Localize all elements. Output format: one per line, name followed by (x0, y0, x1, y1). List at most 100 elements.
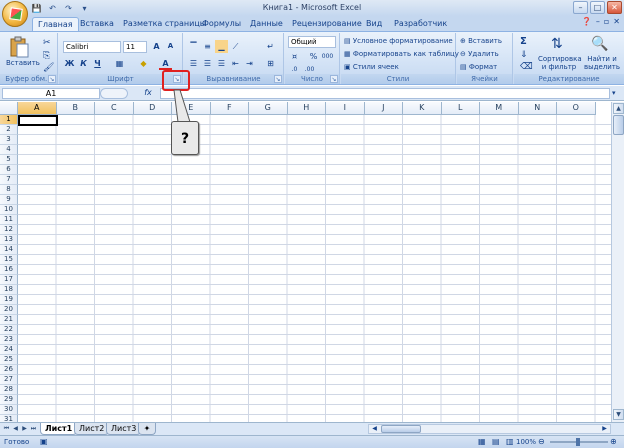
close-button[interactable]: ✕ (607, 1, 622, 14)
number-format-combo[interactable]: Общий (288, 36, 336, 48)
ribbon-minimize-icon[interactable]: – (596, 17, 600, 26)
formula-expand-handle[interactable] (100, 88, 128, 99)
horizontal-scrollbar[interactable]: ◀ ▶ (368, 424, 611, 434)
italic-button[interactable]: К (77, 57, 90, 70)
row-header-18[interactable]: 18 (0, 285, 18, 295)
row-header-25[interactable]: 25 (0, 355, 18, 365)
underline-button[interactable]: Ч (91, 57, 104, 70)
row-header-7[interactable]: 7 (0, 175, 18, 185)
new-sheet-icon[interactable]: ✦ (138, 423, 156, 435)
column-header-c[interactable]: C (95, 102, 134, 115)
column-header-k[interactable]: K (403, 102, 442, 115)
cell-styles-button[interactable]: ▣ Стили ячеек (344, 61, 399, 74)
row-header-22[interactable]: 22 (0, 325, 18, 335)
column-header-n[interactable]: N (518, 102, 557, 115)
help-icon[interactable]: ❓ (582, 17, 592, 26)
next-sheet-icon[interactable]: ▶ (20, 424, 29, 434)
sort-filter-button[interactable]: Сортировка и фильтр (538, 55, 582, 71)
tab-developer[interactable]: Разработчик (392, 17, 449, 31)
tab-view[interactable]: Вид (364, 17, 384, 31)
percent-button[interactable]: % (307, 50, 320, 63)
tab-data[interactable]: Данные (248, 17, 285, 31)
number-launcher-icon[interactable]: ↘ (330, 75, 338, 83)
borders-icon[interactable]: ▦ (113, 57, 126, 70)
clear-icon[interactable]: ⌫ (520, 62, 533, 72)
row-header-29[interactable]: 29 (0, 395, 18, 405)
align-right-icon[interactable]: ☰ (215, 57, 228, 70)
row-header-8[interactable]: 8 (0, 185, 18, 195)
scroll-right-icon[interactable]: ▶ (600, 425, 609, 433)
column-header-f[interactable]: F (210, 102, 249, 115)
column-header-l[interactable]: L (441, 102, 480, 115)
sort-filter-icon[interactable]: ⇅ (551, 36, 563, 52)
font-name-combo[interactable]: Calibri (63, 41, 121, 53)
tab-formulas[interactable]: Формулы (200, 17, 243, 31)
column-header-g[interactable]: G (249, 102, 288, 115)
row-header-27[interactable]: 27 (0, 375, 18, 385)
clipboard-launcher-icon[interactable]: ↘ (48, 75, 56, 83)
column-header-i[interactable]: I (326, 102, 365, 115)
outdent-icon[interactable]: ⇥ (243, 57, 256, 70)
find-select-button[interactable]: Найти и выделить (582, 55, 622, 71)
align-bottom-icon[interactable]: ▁ (215, 40, 228, 53)
prev-sheet-icon[interactable]: ◀ (11, 424, 20, 434)
format-painter-icon[interactable]: 🖌 (43, 63, 54, 73)
page-layout-view-icon[interactable]: ▤ (492, 437, 500, 446)
cut-icon[interactable]: ✂ (43, 38, 51, 48)
font-color-icon[interactable]: A (159, 57, 172, 70)
row-header-14[interactable]: 14 (0, 245, 18, 255)
row-header-3[interactable]: 3 (0, 135, 18, 145)
paste-icon[interactable] (8, 36, 30, 58)
zoom-slider-thumb[interactable] (576, 438, 580, 446)
macro-record-icon[interactable]: ▣ (40, 437, 48, 446)
column-header-m[interactable]: M (480, 102, 519, 115)
formula-input[interactable] (160, 88, 610, 99)
tab-page-layout[interactable]: Разметка страницы (121, 17, 208, 31)
fill-icon[interactable]: ⇓ (520, 50, 528, 60)
sheet-tab-1[interactable]: Лист1 (40, 423, 78, 435)
row-header-30[interactable]: 30 (0, 405, 18, 415)
align-top-icon[interactable]: ▔ (187, 40, 200, 53)
conditional-format-button[interactable]: ▤ Условное форматирование (344, 35, 453, 48)
column-header-d[interactable]: D (133, 102, 172, 115)
wrap-text-icon[interactable]: ↵ (264, 40, 277, 53)
orientation-icon[interactable]: ⟋ (229, 40, 242, 53)
maximize-button[interactable]: □ (590, 1, 605, 14)
delete-cells-button[interactable]: ⊖ Удалить (460, 48, 499, 61)
row-header-16[interactable]: 16 (0, 265, 18, 275)
active-cell-a1[interactable] (18, 115, 58, 126)
office-button[interactable] (2, 1, 28, 27)
row-header-19[interactable]: 19 (0, 295, 18, 305)
format-as-table-button[interactable]: ▦ Форматировать как таблицу (344, 48, 459, 61)
scroll-down-icon[interactable]: ▼ (613, 409, 624, 420)
name-box[interactable]: A1 (2, 88, 100, 99)
zoom-in-icon[interactable]: ⊕ (610, 437, 617, 446)
vertical-scroll-thumb[interactable] (613, 115, 624, 135)
cell-area[interactable] (18, 115, 611, 422)
indent-icon[interactable]: ⇤ (229, 57, 242, 70)
row-header-1[interactable]: 1 (0, 115, 18, 125)
find-select-icon[interactable]: 🔍 (591, 36, 608, 52)
column-header-j[interactable]: J (364, 102, 403, 115)
row-header-23[interactable]: 23 (0, 335, 18, 345)
copy-icon[interactable]: ⎘ (43, 51, 50, 61)
tab-insert[interactable]: Вставка (78, 17, 116, 31)
column-header-a[interactable]: A (18, 102, 57, 115)
autosum-icon[interactable]: Σ (520, 36, 527, 47)
select-all-corner[interactable] (0, 102, 18, 115)
row-header-17[interactable]: 17 (0, 275, 18, 285)
row-header-21[interactable]: 21 (0, 315, 18, 325)
row-header-9[interactable]: 9 (0, 195, 18, 205)
zoom-level[interactable]: 100% (516, 438, 536, 446)
row-header-12[interactable]: 12 (0, 225, 18, 235)
column-header-o[interactable]: O (557, 102, 596, 115)
fill-color-icon[interactable]: ◆ (137, 57, 150, 70)
row-header-4[interactable]: 4 (0, 145, 18, 155)
thousands-button[interactable]: 000 (321, 50, 334, 63)
minimize-button[interactable]: – (573, 1, 588, 14)
sheet-tab-3[interactable]: Лист3 (106, 423, 142, 435)
insert-cells-button[interactable]: ⊕ Вставить (460, 35, 502, 48)
insert-function-button[interactable]: fx (138, 88, 158, 99)
horizontal-scroll-thumb[interactable] (381, 425, 421, 433)
format-cells-button[interactable]: ▤ Формат (460, 61, 497, 74)
